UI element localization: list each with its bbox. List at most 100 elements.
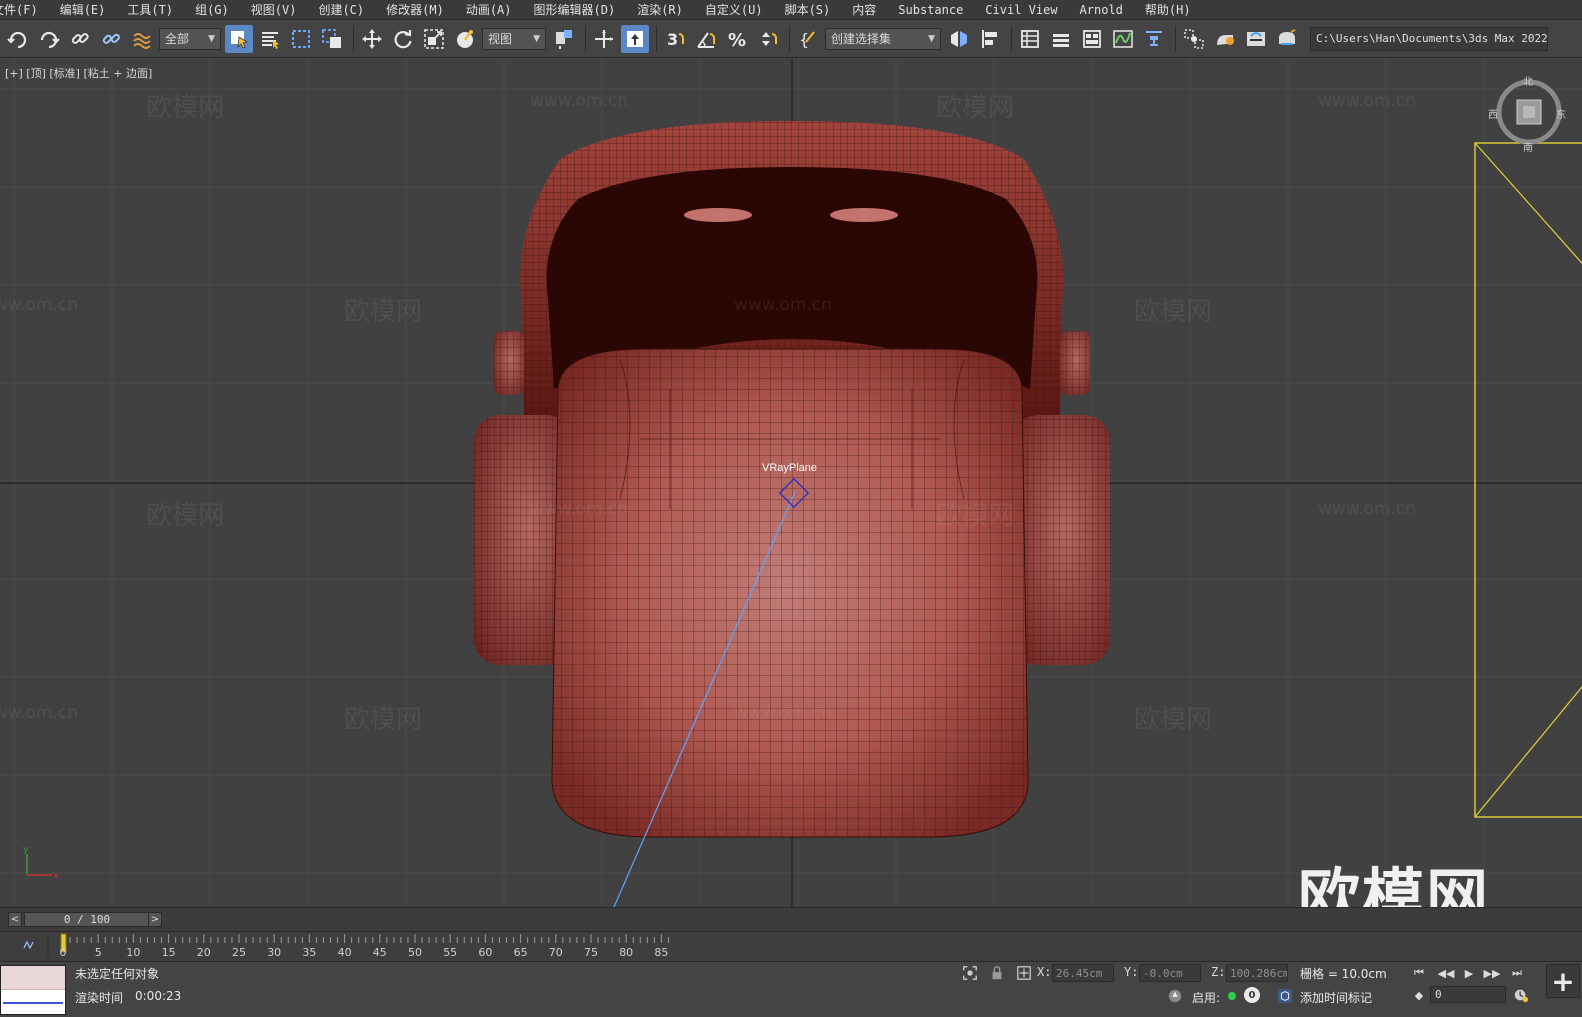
watermark-url: www.om.cn xyxy=(530,91,629,111)
select-object-icon[interactable] xyxy=(225,24,253,53)
key-mode-toggle-icon[interactable]: ◆ xyxy=(1408,986,1430,1004)
enabled-count-badge[interactable]: 0 xyxy=(1244,987,1260,1003)
menu-item[interactable]: 内容 xyxy=(852,1,876,18)
named-selection-set-dropdown[interactable]: 创建选择集 ▼ xyxy=(825,27,941,50)
isolate-selection-icon[interactable] xyxy=(961,964,979,982)
move-icon[interactable] xyxy=(358,25,386,53)
menu-item[interactable]: 工具(T) xyxy=(127,1,173,18)
track-bar-tick-label: 15 xyxy=(162,946,176,959)
keyboard-shortcut-override-icon[interactable] xyxy=(621,24,649,53)
absolute-relative-toggle-icon[interactable] xyxy=(1015,964,1033,982)
viewcube[interactable]: 北 南 东 西 xyxy=(1488,77,1566,154)
link-icon[interactable] xyxy=(66,25,94,53)
track-bar-tick-label: 0 xyxy=(60,946,67,959)
track-bar[interactable]: 0 5 10 15 20 25 30 35 40 45 50 55 60 65 70 75 80 85 xyxy=(0,931,1582,961)
viewport-canvas: y x xyxy=(0,59,1582,907)
menu-item[interactable]: Civil View xyxy=(985,3,1057,17)
menu-item[interactable]: 图形编辑器(D) xyxy=(534,1,616,18)
menu-item[interactable]: 自定义(U) xyxy=(705,1,763,18)
scale-icon[interactable] xyxy=(420,25,448,53)
curve-editor-icon[interactable] xyxy=(1109,25,1137,53)
watermark-logo: 欧模网 xyxy=(344,297,423,327)
percent-snap-icon[interactable]: % xyxy=(723,25,751,53)
enabled-label: 启用: xyxy=(1192,991,1221,1005)
maxscript-mini-listener[interactable] xyxy=(0,965,66,1015)
edit-named-selection-icon[interactable]: { xyxy=(794,25,822,53)
go-to-end-icon[interactable]: ⏭ xyxy=(1506,964,1528,982)
current-frame-field[interactable]: 0 xyxy=(1430,986,1506,1003)
material-editor-icon[interactable] xyxy=(1180,25,1208,53)
play-icon[interactable]: ▶ xyxy=(1458,964,1480,982)
menu-item[interactable]: 组(G) xyxy=(195,1,229,18)
compass-south-label: 南 xyxy=(1523,143,1533,154)
track-bar-tick-label: 60 xyxy=(478,946,492,959)
go-to-start-icon[interactable]: ⏮ xyxy=(1408,964,1430,982)
grid-size-text: 栅格 = 10.0cm xyxy=(1300,967,1387,981)
unlink-icon[interactable] xyxy=(97,25,125,53)
schematic-view-icon[interactable] xyxy=(1140,25,1168,53)
z-coordinate-field[interactable]: 100.286cm xyxy=(1226,964,1288,982)
menu-item[interactable]: 脚本(S) xyxy=(785,1,831,18)
toolbar-separator xyxy=(789,25,790,52)
render-production-icon[interactable] xyxy=(1273,25,1301,53)
selection-filter-dropdown[interactable]: 全部 ▼ xyxy=(159,27,221,50)
menu-item[interactable]: 帮助(H) xyxy=(1145,1,1191,18)
spinner-snap-icon[interactable] xyxy=(754,25,782,53)
project-path-field[interactable]: C:\Users\Han\Documents\3ds Max 2022▼ xyxy=(1310,26,1548,51)
time-configuration-icon[interactable] xyxy=(1512,986,1530,1004)
track-bar-ruler: 0 5 10 15 20 25 30 35 40 45 50 55 60 65 70 75 80 85 xyxy=(23,933,669,959)
time-tag-cube-icon[interactable] xyxy=(1276,987,1294,1005)
menu-item[interactable]: 渲染(R) xyxy=(637,1,683,18)
watermark-url: www.om.cn xyxy=(530,499,629,519)
selection-lock-icon[interactable] xyxy=(988,964,1006,982)
render-setup-icon[interactable] xyxy=(1211,25,1239,53)
bind-spacewarp-icon[interactable] xyxy=(128,25,156,53)
time-slider-thumb[interactable]: 0 / 100 xyxy=(24,912,150,927)
pivot-point-icon[interactable] xyxy=(550,25,578,53)
layer-explorer-icon[interactable] xyxy=(1047,25,1075,53)
menu-item[interactable]: 编辑(E) xyxy=(60,1,106,18)
perspective-viewport[interactable]: y x 欧模网 欧模网 www.om.cn www.om.cn 欧模网 欧模网 … xyxy=(0,59,1582,907)
mini-curve-editor-icon[interactable] xyxy=(23,940,34,950)
watermark-url: www.om.cn xyxy=(734,295,833,315)
rotate-icon[interactable] xyxy=(389,25,417,53)
redo-icon[interactable] xyxy=(35,25,63,53)
x-coordinate-field[interactable]: 26.45cm xyxy=(1052,964,1114,982)
next-frame-icon[interactable]: ▶▶ xyxy=(1481,964,1503,982)
menu-item[interactable]: 创建(C) xyxy=(318,1,364,18)
adaptive-degradation-icon[interactable] xyxy=(1166,987,1184,1005)
align-icon[interactable] xyxy=(976,25,1004,53)
time-slider-next-button[interactable]: > xyxy=(148,912,162,927)
viewport-label-menu[interactable]: [+] [顶] [标准] [粘土 + 边面] xyxy=(5,65,152,81)
ribbon-toggle-icon[interactable] xyxy=(1078,25,1106,53)
track-bar-tick-label: 30 xyxy=(267,946,281,959)
mirror-icon[interactable] xyxy=(945,25,973,53)
select-by-name-icon[interactable] xyxy=(256,25,284,53)
undo-icon[interactable] xyxy=(4,25,32,53)
menu-item[interactable]: Substance xyxy=(898,3,963,17)
time-slider-prev-button[interactable]: < xyxy=(8,912,22,927)
window-crossing-icon[interactable] xyxy=(318,25,346,53)
selection-status-text: 未选定任何对象 xyxy=(75,967,160,981)
toolbar-separator xyxy=(656,25,657,52)
reference-coordinate-dropdown[interactable]: 视图 ▼ xyxy=(482,27,546,50)
toolbar-separator xyxy=(585,25,586,52)
add-viewport-button[interactable]: + xyxy=(1546,964,1580,998)
menu-item[interactable]: Arnold xyxy=(1080,3,1123,17)
select-manipulate-icon[interactable] xyxy=(590,25,618,53)
menu-item[interactable]: 修改器(M) xyxy=(386,1,444,18)
menu-item[interactable]: 动画(A) xyxy=(466,1,512,18)
angle-snap-icon[interactable] xyxy=(692,25,720,53)
menu-item[interactable]: 文件(F) xyxy=(0,1,38,18)
watermark-brand: 欧模网 xyxy=(1298,861,1491,907)
y-coordinate-field[interactable]: -0.0cm xyxy=(1139,964,1201,982)
rendered-frame-window-icon[interactable] xyxy=(1242,25,1270,53)
rectangular-selection-icon[interactable] xyxy=(287,25,315,53)
snaps-toggle-icon[interactable]: 3 xyxy=(661,25,689,53)
placement-icon[interactable] xyxy=(451,25,479,53)
y-coordinate-label: Y: xyxy=(1124,965,1139,979)
add-time-tag-text[interactable]: 添加时间标记 xyxy=(1300,989,1372,1006)
scene-explorer-icon[interactable] xyxy=(1016,25,1044,53)
menu-item[interactable]: 视图(V) xyxy=(251,1,297,18)
previous-frame-icon[interactable]: ◀◀ xyxy=(1435,964,1457,982)
